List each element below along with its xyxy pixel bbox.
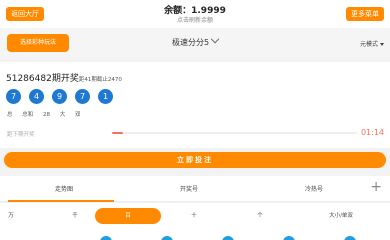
filter-chip[interactable]: 十: [187, 208, 201, 224]
stat-item: 总: [7, 112, 13, 118]
result-ball: 7: [75, 89, 90, 104]
balance-subtitle[interactable]: 点击刷新余额: [0, 15, 390, 24]
partial-ball: [100, 236, 112, 240]
chevron-down-icon: [210, 34, 220, 44]
top-bar: 返回大厅 余额：1.9999 点击刷新余额 更多菜单: [0, 0, 390, 28]
result-card: 51286482期开奖距41期截止2470 7 4 9 7 1 总 总和 28 …: [0, 62, 390, 148]
mode-label: 元模式: [359, 41, 378, 48]
active-tab-indicator: [8, 200, 114, 202]
partial-ball: [222, 236, 234, 240]
game-selector-row: 选择彩种玩法 极速分分5 元模式: [0, 28, 390, 58]
issue-suffix: 期开奖: [51, 74, 79, 84]
countdown-timer: 01:14: [360, 128, 384, 137]
countdown-label: 距下期开奖: [7, 132, 35, 138]
filter-chip[interactable]: 大小/单双: [326, 208, 356, 224]
tab-trend[interactable]: 走势图: [55, 184, 73, 193]
result-stats: 总 总和 28 大 双: [7, 110, 89, 118]
game-name: 极速分分5: [171, 38, 210, 47]
tab-results[interactable]: 开奖号: [180, 184, 198, 193]
stat-item: 大: [59, 112, 66, 118]
countdown-progress-fill: [112, 132, 124, 134]
game-dropdown[interactable]: 极速分分5: [0, 34, 390, 48]
filter-chip[interactable]: 万: [4, 208, 18, 224]
page: 返回大厅 余额：1.9999 点击刷新余额 更多菜单 选择彩种玩法 极速分分5 …: [0, 0, 390, 240]
filter-chip-active[interactable]: 百: [95, 208, 161, 224]
stat-item: 双: [75, 112, 81, 118]
filter-chip[interactable]: 千: [68, 208, 82, 224]
result-ball: 4: [29, 89, 44, 104]
partial-ball: [344, 236, 356, 240]
issue-line: 51286482期开奖距41期截止2470: [6, 71, 122, 84]
issue-note: 距41期截止2470: [78, 77, 122, 83]
partial-ball-row: [0, 229, 390, 240]
result-ball: 1: [98, 89, 113, 104]
menu-button[interactable]: 更多菜单: [346, 7, 384, 21]
partial-ball: [161, 236, 173, 240]
bet-button[interactable]: 立即投注: [4, 152, 386, 168]
issue-number: 51286482: [6, 74, 52, 84]
triangle-down-icon: [380, 43, 384, 46]
plus-icon[interactable]: +: [370, 180, 382, 194]
position-filters: 万 千 百 十 个 大小/单双: [0, 203, 390, 229]
result-ball: 7: [6, 89, 21, 104]
partial-ball: [283, 236, 295, 240]
result-ball: 9: [52, 89, 67, 104]
tab-bar: 走势图 开奖号 冷热号 +: [0, 176, 390, 202]
mode-select[interactable]: 元模式: [360, 39, 384, 48]
tab-hotcold[interactable]: 冷热号: [305, 184, 323, 193]
stat-item: 28: [43, 112, 51, 118]
countdown-progress: [112, 132, 357, 134]
stat-item: 总和: [22, 112, 34, 118]
filter-chip[interactable]: 个: [253, 208, 267, 224]
